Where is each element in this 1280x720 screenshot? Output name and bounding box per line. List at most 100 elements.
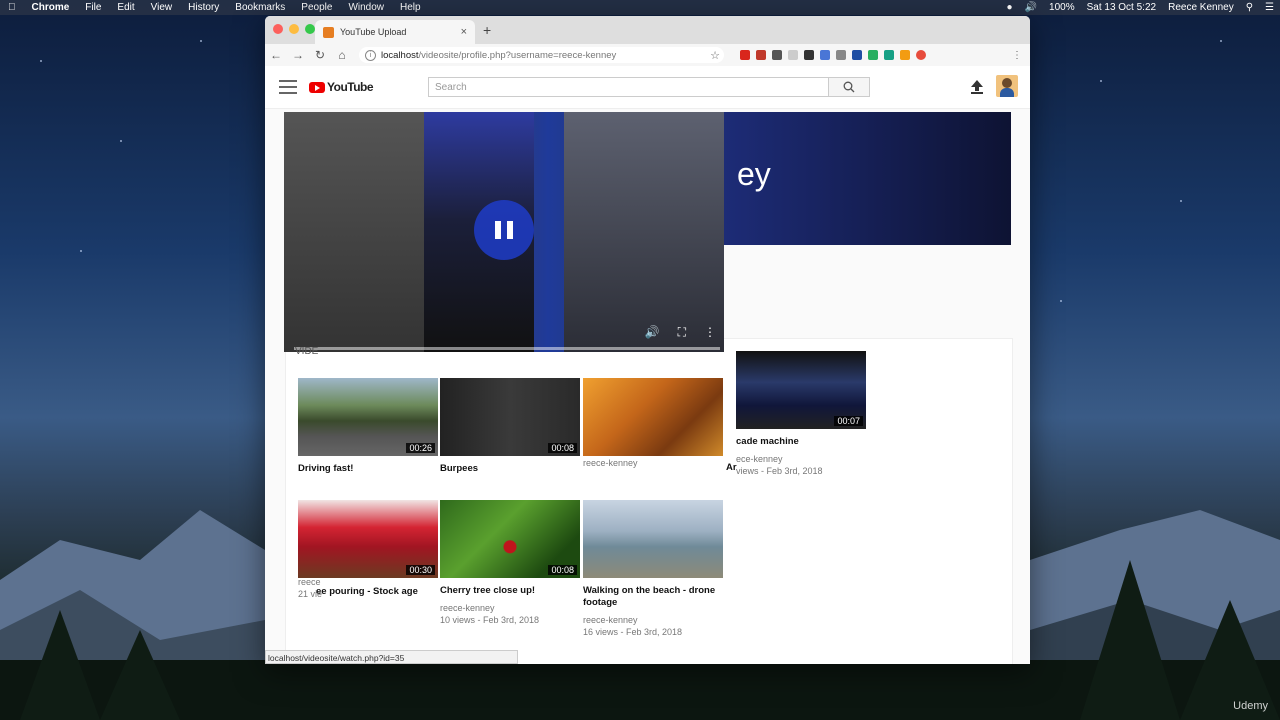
- menu-list-icon[interactable]: ☰: [1259, 2, 1280, 13]
- extension-icon[interactable]: [916, 50, 926, 60]
- apple-icon[interactable]: : [0, 2, 24, 13]
- menu-file[interactable]: File: [77, 2, 109, 13]
- wifi-icon[interactable]: ●: [1001, 2, 1019, 13]
- video-frame: [284, 112, 434, 352]
- upload-icon[interactable]: [969, 79, 985, 100]
- extension-icon[interactable]: [820, 50, 830, 60]
- video-duration: 00:26: [406, 443, 435, 453]
- hamburger-menu-icon[interactable]: [279, 80, 297, 94]
- video-card[interactable]: 00:26 Driving fast!: [298, 378, 438, 475]
- progress-bar[interactable]: [294, 347, 720, 350]
- video-player[interactable]: 🔊 ⛶ ⋮: [284, 112, 724, 352]
- extension-icon[interactable]: [756, 50, 766, 60]
- video-thumbnail[interactable]: [583, 500, 723, 578]
- video-title[interactable]: Burpees: [440, 463, 580, 475]
- tab-title: YouTube Upload: [340, 27, 407, 37]
- video-thumbnail[interactable]: [583, 378, 723, 456]
- extension-icon[interactable]: [868, 50, 878, 60]
- user-name[interactable]: Reece Kenney: [1162, 2, 1240, 13]
- menu-window[interactable]: Window: [340, 2, 392, 13]
- extension-icon[interactable]: [788, 50, 798, 60]
- volume-icon[interactable]: 🔊: [645, 325, 660, 340]
- search-input[interactable]: Search: [428, 77, 829, 97]
- video-card[interactable]: Walking on the beach - drone footage ree…: [583, 500, 723, 638]
- window-controls: [273, 24, 315, 34]
- menu-bookmarks[interactable]: Bookmarks: [227, 2, 293, 13]
- video-thumbnail[interactable]: 00:07: [736, 351, 866, 429]
- volume-icon[interactable]: 🔊: [1019, 2, 1043, 13]
- extension-icon[interactable]: [900, 50, 910, 60]
- video-thumbnail[interactable]: 00:30: [298, 500, 438, 578]
- extension-icon[interactable]: [836, 50, 846, 60]
- logo-text: YouTube: [327, 80, 374, 94]
- video-title[interactable]: Driving fast!: [298, 463, 438, 475]
- menu-edit[interactable]: Edit: [109, 2, 142, 13]
- search-button[interactable]: [829, 77, 870, 97]
- battery-percent[interactable]: 100%: [1043, 2, 1081, 13]
- pause-button[interactable]: [474, 200, 534, 260]
- minimize-window-button[interactable]: [289, 24, 299, 34]
- close-window-button[interactable]: [273, 24, 283, 34]
- video-thumbnail[interactable]: 00:26: [298, 378, 438, 456]
- video-card[interactable]: sam-best1 reece-kenney: [583, 378, 723, 469]
- search-bar: Search: [428, 77, 870, 97]
- new-tab-button[interactable]: +: [483, 22, 491, 38]
- video-title[interactable]: Cherry tree close up!: [440, 585, 580, 597]
- video-duration: 00:08: [548, 443, 577, 453]
- video-uploader: reece-kenney: [583, 615, 638, 625]
- spotlight-search-icon[interactable]: ⚲: [1240, 2, 1259, 13]
- bookmark-star-icon[interactable]: ☆: [710, 49, 720, 62]
- menu-help[interactable]: Help: [392, 2, 429, 13]
- webpage: YouTube Search ey 🔊 ⛶ ⋮ VIDE 00:26 Drivi…: [265, 66, 1030, 664]
- truncated-title: Ar: [726, 462, 737, 473]
- avatar[interactable]: [996, 75, 1018, 97]
- macos-menubar:  Chrome File Edit View History Bookmark…: [0, 0, 1280, 15]
- browser-tab[interactable]: YouTube Upload ×: [315, 20, 475, 44]
- zoom-window-button[interactable]: [305, 24, 315, 34]
- info-icon[interactable]: i: [365, 49, 376, 61]
- back-icon[interactable]: ←: [265, 48, 287, 62]
- more-options-icon[interactable]: ⋮: [704, 325, 716, 340]
- video-card[interactable]: 00:07 cade machine ece-kenney views - Fe…: [736, 351, 866, 477]
- video-card[interactable]: 00:30 Foot ee pouring - Stock age reece …: [298, 500, 438, 600]
- video-uploader: ece-kenney: [736, 454, 783, 464]
- clock[interactable]: Sat 13 Oct 5:22: [1081, 2, 1163, 13]
- video-thumbnail[interactable]: 00:08: [440, 378, 580, 456]
- video-duration: 00:30: [406, 565, 435, 575]
- close-tab-icon[interactable]: ×: [461, 26, 467, 38]
- video-uploader: reece-kenney: [583, 458, 638, 468]
- extension-icon[interactable]: [772, 50, 782, 60]
- menu-view[interactable]: View: [143, 2, 181, 13]
- udemy-watermark: Udemy: [1233, 700, 1268, 712]
- home-icon[interactable]: ⌂: [331, 48, 353, 62]
- extension-icon[interactable]: [740, 50, 750, 60]
- url-path: /videosite/profile.php?username=reece-ke…: [418, 49, 617, 61]
- section-label: VIDE: [295, 346, 319, 357]
- video-title[interactable]: Walking on the beach - drone footage: [583, 585, 723, 609]
- browser-window: YouTube Upload × + ← → ↻ ⌂ i localhost /…: [265, 16, 1030, 664]
- play-logo-icon: [309, 81, 325, 93]
- extension-icon[interactable]: [852, 50, 862, 60]
- video-card[interactable]: 00:08 Cherry tree close up! reece-kenney…: [440, 500, 580, 626]
- video-title[interactable]: cade machine: [736, 436, 866, 448]
- site-logo[interactable]: YouTube: [309, 80, 374, 94]
- video-card[interactable]: 00:08 Burpees: [440, 378, 580, 475]
- video-views: views - Feb 3rd, 2018: [736, 466, 823, 476]
- extension-icon[interactable]: [884, 50, 894, 60]
- address-bar[interactable]: i localhost /videosite/profile.php?usern…: [359, 47, 724, 63]
- browser-menu-icon[interactable]: ⋮: [1012, 50, 1022, 61]
- fullscreen-icon[interactable]: ⛶: [678, 325, 686, 340]
- forward-icon[interactable]: →: [287, 48, 309, 62]
- extensions-bar: [740, 50, 926, 60]
- video-uploader: reece-kenney: [440, 603, 495, 613]
- menu-history[interactable]: History: [180, 2, 227, 13]
- reload-icon[interactable]: ↻: [309, 48, 331, 62]
- video-thumbnail[interactable]: 00:08: [440, 500, 580, 578]
- extension-icon[interactable]: [804, 50, 814, 60]
- video-views: 10 views - Feb 3rd, 2018: [440, 615, 540, 625]
- menu-app-name[interactable]: Chrome: [24, 2, 78, 13]
- video-duration: 00:07: [834, 416, 863, 426]
- menu-people[interactable]: People: [293, 2, 340, 13]
- site-header: YouTube Search: [265, 66, 1030, 109]
- browser-toolbar: ← → ↻ ⌂ i localhost /videosite/profile.p…: [265, 44, 1030, 67]
